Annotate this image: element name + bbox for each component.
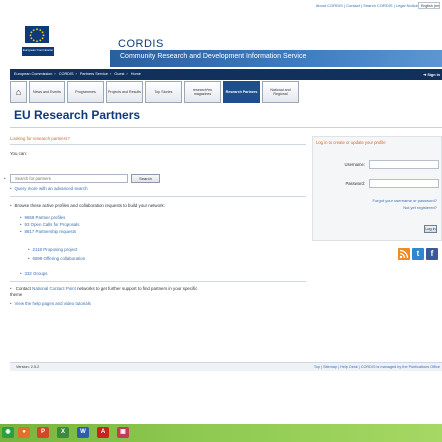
- offering-collaboration-link[interactable]: 6699 Offering collaboration: [28, 254, 306, 263]
- main-navigation: ⌂ News and Events Programmes Projects an…: [10, 81, 442, 104]
- powerpoint-icon[interactable]: P: [37, 427, 49, 438]
- partner-search-input[interactable]: [10, 174, 128, 183]
- excel-icon[interactable]: X: [57, 427, 69, 438]
- bullet: •: [4, 176, 6, 181]
- footer: Version: 2.5.2 Top | Sitemap | Help Desk…: [10, 362, 442, 371]
- taskbar: ◉ ● P X W A ▣: [0, 424, 442, 442]
- acrobat-icon[interactable]: A: [97, 427, 109, 438]
- proposing-project-link[interactable]: 2118 Proposing project: [28, 245, 306, 254]
- rss-icon[interactable]: [398, 248, 410, 260]
- password-field[interactable]: [369, 179, 439, 188]
- breadcrumb-item[interactable]: European Commission: [14, 72, 52, 76]
- forgot-credentials-link[interactable]: Forgot your username or password?: [315, 197, 437, 204]
- tab-home[interactable]: ⌂: [10, 81, 27, 103]
- breadcrumb: European Commission › CORDIS › Partners Se…: [10, 69, 442, 80]
- european-commission-logo[interactable]: European Commission: [18, 14, 68, 66]
- site-tagline: Community Research and Development Infor…: [110, 50, 442, 67]
- footer-links[interactable]: Top | Sitemap | Help Desk | CORDIS is ma…: [314, 365, 440, 369]
- tab-projects-and-results[interactable]: Projects and Results: [106, 81, 143, 103]
- breadcrumb-item[interactable]: Home: [131, 72, 141, 76]
- tab-programmes[interactable]: Programmes: [67, 81, 104, 103]
- national-contact-point-link[interactable]: National Contact Point: [32, 286, 76, 291]
- divider: [10, 281, 306, 282]
- page-title: EU Research Partners: [10, 108, 442, 128]
- partnership-requests-link[interactable]: 8817 Partnership requests: [20, 228, 306, 235]
- account-help: Forgot your username or password? Not ye…: [315, 197, 437, 211]
- register-link[interactable]: Not yet registered?: [315, 204, 437, 211]
- panel-heading: Looking for research partners?: [10, 136, 70, 141]
- tab-research-eu-magazines[interactable]: research*eu magazines: [184, 81, 221, 103]
- twitter-icon[interactable]: t: [412, 248, 424, 260]
- start-icon[interactable]: ◉: [2, 427, 14, 438]
- sign-in-link[interactable]: ➜ Sign in: [423, 72, 440, 77]
- tab-national-and-regional[interactable]: National and Regional: [262, 81, 299, 103]
- tab-top-stories[interactable]: Top Stories: [145, 81, 182, 103]
- home-icon: ⌂: [15, 86, 22, 97]
- divider: [10, 196, 306, 197]
- partner-search-form: • Search: [4, 174, 160, 184]
- you-can-label: You can:: [10, 151, 27, 156]
- breadcrumb-item[interactable]: CORDIS: [59, 72, 74, 76]
- eu-flag-icon: [25, 26, 49, 43]
- word-icon[interactable]: W: [77, 427, 89, 438]
- advanced-search-link[interactable]: Query more with an advanced search: [10, 186, 306, 191]
- open-calls-link[interactable]: 93 Open Calls for Proposals: [20, 221, 306, 228]
- username-label: Username:: [344, 162, 365, 167]
- masthead: European Commission CORDIS Community Res…: [10, 14, 442, 68]
- login-heading: Log in to create or update your profile: [316, 140, 386, 145]
- image-viewer-icon[interactable]: ▣: [117, 427, 129, 438]
- browse-intro: Browse these active profiles and collabo…: [10, 203, 306, 208]
- firefox-icon[interactable]: ●: [18, 427, 30, 438]
- search-button[interactable]: Search: [131, 174, 160, 183]
- site-name[interactable]: CORDIS: [118, 38, 164, 50]
- version-label: Version: 2.5.2: [16, 365, 40, 369]
- utility-links[interactable]: About CORDIS | Contact | Search CORDIS |…: [316, 3, 418, 8]
- tab-news-and-events[interactable]: News and Events: [29, 81, 65, 103]
- partner-profiles-link[interactable]: 9659 Partner profiles: [20, 214, 306, 221]
- tab-research-partners[interactable]: Research Partners: [223, 81, 260, 103]
- social-links: t f: [398, 248, 442, 262]
- divider: [10, 144, 306, 145]
- password-label: Password:: [345, 181, 365, 186]
- help-pages-link[interactable]: View the help pages and video tutorials: [10, 301, 306, 306]
- login-button[interactable]: Log in: [424, 225, 437, 233]
- username-field[interactable]: [369, 160, 439, 169]
- breadcrumb-item[interactable]: Guest: [114, 72, 124, 76]
- commission-label: European Commission: [22, 47, 54, 56]
- groups-link[interactable]: 332 Groups: [20, 271, 306, 276]
- contact-text: Contact National Contact Point networks …: [10, 286, 210, 298]
- partner-search-panel: Looking for research partners? You can: …: [4, 136, 306, 306]
- facebook-icon[interactable]: f: [426, 248, 438, 260]
- language-select[interactable]: English (en): [418, 2, 440, 9]
- top-utility-bar: About CORDIS | Contact | Search CORDIS |…: [0, 0, 442, 12]
- breadcrumb-item[interactable]: Partners Service: [80, 72, 108, 76]
- login-panel: Log in to create or update your profile …: [312, 136, 442, 241]
